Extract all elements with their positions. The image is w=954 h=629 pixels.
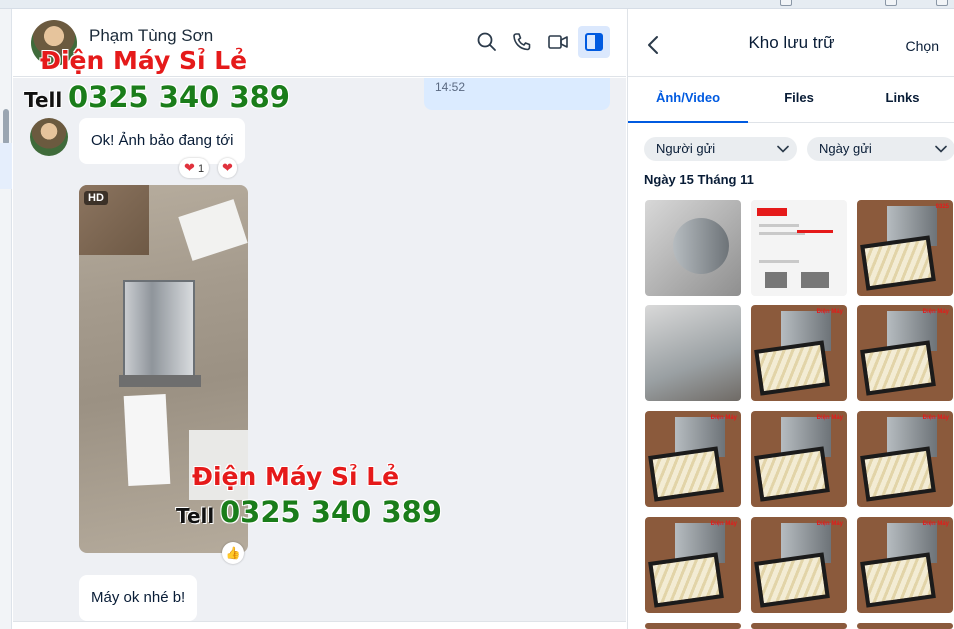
incoming-message[interactable]: Ok! Ảnh bảo đang tới: [79, 118, 246, 164]
storage-tabs: Ảnh/Video Files Links: [628, 77, 954, 123]
media-thumbnail[interactable]: Điện Máy: [645, 517, 741, 613]
reaction-count[interactable]: ❤ 1: [179, 158, 210, 178]
media-thumbnail[interactable]: 0325: [857, 200, 953, 296]
outgoing-message[interactable]: 14:52: [424, 78, 610, 110]
watermark-tell: Tell: [24, 88, 63, 112]
chat-messages-area[interactable]: 14:52 Ok! Ảnh bảo đang tới ❤ 1 ❤ HD 👍 Má…: [13, 78, 626, 629]
media-thumbnail[interactable]: Điện Máy: [751, 517, 847, 613]
date-filter[interactable]: Ngày gửi: [807, 137, 954, 161]
scrollbar[interactable]: [3, 109, 9, 145]
conversation-list-edge: [0, 9, 12, 629]
media-thumbnail[interactable]: [751, 200, 847, 296]
like-icon: 👍: [225, 546, 241, 560]
filter-label: Người gửi: [656, 141, 716, 156]
sidebar-toggle-icon: [585, 33, 603, 51]
search-icon[interactable]: [476, 31, 498, 53]
sidebar-toggle-button[interactable]: [578, 26, 610, 58]
phone-icon[interactable]: [511, 31, 533, 53]
reaction-number: 1: [197, 163, 205, 175]
selected-conversation[interactable]: [0, 143, 12, 189]
message-text: Ok! Ảnh bảo đang tới: [91, 132, 234, 149]
media-thumbnail[interactable]: [857, 623, 953, 629]
storage-header: Kho lưu trữ Chọn: [628, 9, 954, 77]
media-thumbnail[interactable]: Điện Máy: [751, 305, 847, 401]
heart-icon: ❤: [222, 160, 233, 175]
sender-filter[interactable]: Người gửi: [644, 137, 797, 161]
watermark-tell: Tell: [176, 504, 215, 528]
avatar[interactable]: [30, 118, 68, 156]
tab-links[interactable]: Links: [850, 77, 954, 123]
media-thumbnail[interactable]: Điện Máy: [645, 411, 741, 507]
media-thumbnail[interactable]: Điện Máy: [857, 305, 953, 401]
message-time: 14:52: [435, 80, 466, 94]
media-thumbnail[interactable]: Điện Máy: [751, 411, 847, 507]
chevron-down-icon: [777, 145, 789, 153]
tab-files[interactable]: Files: [748, 77, 850, 123]
media-thumbnail[interactable]: [645, 200, 741, 296]
media-thumbnail[interactable]: Điện Máy: [857, 411, 953, 507]
window-button-icon[interactable]: [885, 0, 897, 6]
choose-button[interactable]: Chọn: [906, 38, 939, 54]
tab-photos-videos[interactable]: Ảnh/Video: [628, 77, 748, 123]
message-input-bar[interactable]: [13, 621, 626, 629]
watermark-brand: Điện Máy Sỉ Lẻ: [40, 46, 248, 75]
message-text: Máy ok nhé b!: [91, 589, 186, 606]
incoming-message[interactable]: Máy ok nhé b!: [79, 575, 198, 621]
watermark-brand: Điện Máy Sỉ Lẻ: [192, 462, 400, 491]
window-top-bar: [0, 0, 954, 9]
watermark-phone: 0325 340 389: [68, 80, 290, 114]
media-thumbnail[interactable]: Điện Máy: [857, 517, 953, 613]
react-button[interactable]: ❤: [218, 158, 237, 178]
filter-label: Ngày gửi: [819, 141, 872, 156]
media-thumbnail[interactable]: [645, 623, 741, 629]
heart-icon: ❤: [184, 160, 195, 175]
window-button-icon[interactable]: [936, 0, 948, 6]
like-button[interactable]: 👍: [222, 542, 244, 564]
media-thumbnail[interactable]: [751, 623, 847, 629]
storage-panel: Kho lưu trữ Chọn Ảnh/Video Files Links N…: [627, 9, 954, 629]
contact-name[interactable]: Phạm Tùng Sơn: [89, 26, 213, 46]
date-group-label: Ngày 15 Tháng 11: [644, 172, 754, 187]
watermark-phone: 0325 340 389: [220, 495, 442, 529]
chevron-down-icon: [935, 145, 947, 153]
window-button-icon[interactable]: [780, 0, 792, 6]
media-thumbnail[interactable]: [645, 305, 741, 401]
video-call-icon[interactable]: [547, 31, 569, 53]
hd-badge: HD: [84, 191, 108, 205]
